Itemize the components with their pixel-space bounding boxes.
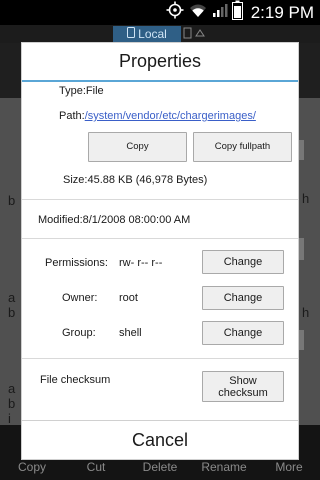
divider <box>22 358 298 359</box>
change-owner-button[interactable]: Change <box>202 286 284 310</box>
list-item-fragment: i <box>8 411 11 426</box>
toolbar-more-button[interactable]: More <box>266 460 312 474</box>
status-bar: 2:19 PM <box>0 0 320 25</box>
signal-icon <box>212 2 228 23</box>
status-icons: 2:19 PM <box>166 0 320 25</box>
group-value: shell <box>119 327 142 339</box>
toolbar-rename-button[interactable]: Rename <box>196 460 252 474</box>
show-checksum-button[interactable]: Show checksum <box>202 371 284 402</box>
change-permissions-button[interactable]: Change <box>202 250 284 274</box>
show-checksum-label-line2: checksum <box>218 386 268 399</box>
change-group-button[interactable]: Change <box>202 321 284 345</box>
show-checksum-label-line1: Show <box>229 374 257 387</box>
cancel-button[interactable]: Cancel <box>22 420 298 459</box>
tab-local-label: Local <box>138 27 167 41</box>
dialog-title: Properties <box>118 51 202 71</box>
status-time: 2:19 PM <box>250 2 314 22</box>
list-item-fragment: h <box>302 305 310 320</box>
list-item-fragment: b <box>8 193 16 208</box>
title-divider <box>22 80 298 82</box>
list-item-fragment: a <box>8 381 16 396</box>
copy-fullpath-button[interactable]: Copy fullpath <box>193 132 292 162</box>
list-item-fragment: a <box>8 290 16 305</box>
list-item-fragment: b <box>8 305 16 320</box>
list-item-fragment: b <box>8 396 16 411</box>
divider <box>22 238 298 239</box>
phone-icon <box>127 27 136 41</box>
tab-remote[interactable] <box>183 27 207 42</box>
scroll-edge-mark <box>299 238 304 260</box>
modified-text: Modified:8/1/2008 08:00:00 AM <box>38 214 191 226</box>
properties-dialog: Properties Type:File Path:/system/vendor… <box>21 42 299 460</box>
file-checksum-label: File checksum <box>40 374 111 386</box>
owner-value: root <box>119 292 138 304</box>
list-item-fragment: h <box>302 191 310 206</box>
scroll-edge-mark <box>299 330 304 350</box>
path-row: Path:/system/vendor/etc/chargerimages/ <box>59 110 256 122</box>
permissions-label: Permissions: <box>45 257 108 269</box>
background-tab-bar: Local <box>0 25 320 43</box>
tab-local[interactable]: Local <box>113 26 181 42</box>
gps-icon <box>166 1 184 24</box>
size-text: Size:45.88 KB (46,978 Bytes) <box>63 174 208 186</box>
group-label: Group: <box>62 327 96 339</box>
type-text: Type:File <box>59 85 104 97</box>
path-link[interactable]: /system/vendor/etc/chargerimages/ <box>85 110 256 122</box>
path-label: Path: <box>59 110 85 122</box>
permissions-value: rw- r-- r-- <box>119 257 163 269</box>
divider <box>22 199 298 200</box>
toolbar-cut-button[interactable]: Cut <box>72 460 120 474</box>
toolbar-copy-button[interactable]: Copy <box>8 460 56 474</box>
battery-icon <box>231 0 243 25</box>
wifi-icon <box>188 2 208 23</box>
toolbar-delete-button[interactable]: Delete <box>134 460 186 474</box>
scroll-edge-mark <box>299 140 304 160</box>
owner-label: Owner: <box>62 292 98 304</box>
copy-button[interactable]: Copy <box>88 132 187 162</box>
